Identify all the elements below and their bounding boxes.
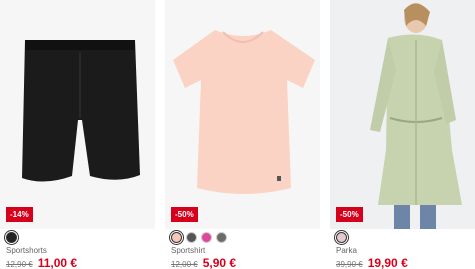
sale-price: 19,90 €	[367, 256, 408, 269]
product-image[interactable]	[0, 0, 155, 229]
discount-badge: -50%	[171, 207, 198, 222]
old-price: 12,00 €	[171, 260, 198, 269]
product-card-parka[interactable]: -50% Parka 39,90 € 19,90 €	[330, 0, 475, 269]
peach-tshirt-icon	[173, 30, 315, 194]
price-row: 12,90 € 11,00 €	[6, 256, 77, 269]
product-grid: -14% Sportshorts 12,90 € 11,00 € -50% Sp…	[0, 0, 475, 269]
sale-price: 5,90 €	[202, 256, 237, 269]
price-row: 12,00 € 5,90 €	[171, 256, 236, 269]
product-card-sportshorts[interactable]: -14% Sportshorts 12,90 € 11,00 €	[0, 0, 155, 269]
color-swatch[interactable]	[186, 232, 197, 243]
sale-price: 11,00 €	[37, 256, 78, 269]
product-name[interactable]: Parka	[336, 246, 357, 255]
product-card-sportshirt[interactable]: -50% Sportshirt 12,00 € 5,90 €	[165, 0, 320, 269]
color-swatch[interactable]	[336, 232, 347, 243]
model-green-parka-icon	[370, 3, 462, 229]
product-image[interactable]	[165, 0, 320, 229]
product-name[interactable]: Sportshirt	[171, 246, 205, 255]
color-swatch[interactable]	[201, 232, 212, 243]
price-row: 39,90 € 19,90 €	[336, 256, 408, 269]
color-swatches	[171, 232, 227, 243]
product-name[interactable]: Sportshorts	[6, 246, 47, 255]
color-swatches	[6, 232, 17, 243]
old-price: 12,90 €	[6, 260, 33, 269]
discount-badge: -50%	[336, 207, 363, 222]
color-swatch[interactable]	[171, 232, 182, 243]
color-swatch[interactable]	[6, 232, 17, 243]
black-shorts-icon	[22, 40, 140, 182]
old-price: 39,90 €	[336, 260, 363, 269]
discount-badge: -14%	[6, 207, 33, 222]
color-swatches	[336, 232, 347, 243]
product-image[interactable]	[330, 0, 475, 229]
color-swatch[interactable]	[216, 232, 227, 243]
